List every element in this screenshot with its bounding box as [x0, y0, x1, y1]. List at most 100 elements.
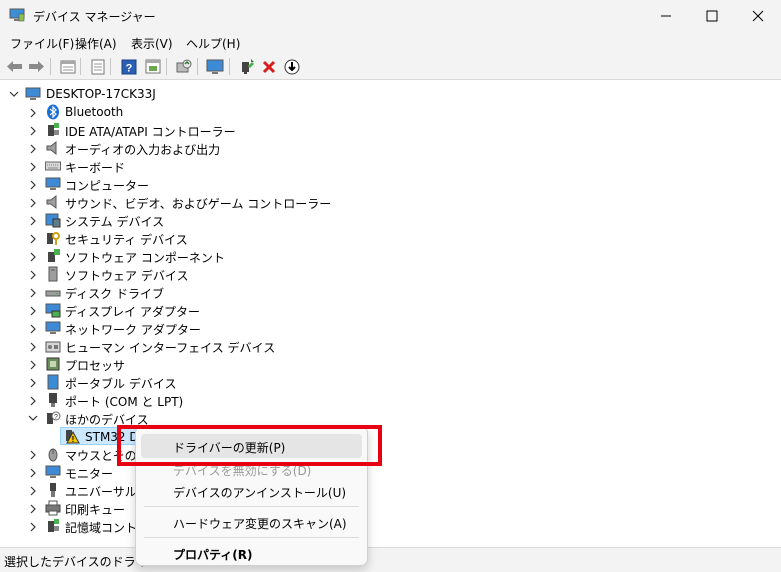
warning-device-icon: ! [66, 430, 80, 444]
menu-separator [144, 537, 359, 538]
tree-item-label: ディスク ドライブ [65, 287, 164, 301]
tree-item-label: IDE ATA/ATAPI コントローラー [65, 125, 236, 139]
chevron-right-icon[interactable] [28, 342, 38, 352]
close-button[interactable] [735, 0, 781, 31]
tree-item-processors[interactable]: プロセッサ [0, 355, 300, 373]
tree-item-software-devices[interactable]: ソフトウェア デバイス [0, 265, 300, 283]
menu-view[interactable]: 表示(V) [131, 35, 173, 52]
forward-arrow-icon [29, 61, 44, 72]
unknown-device-icon: ? [47, 411, 61, 424]
display-adapter-icon [45, 303, 61, 318]
download-button[interactable] [282, 57, 301, 76]
storage-controller-icon [48, 519, 59, 532]
properties-sheet-button[interactable] [58, 57, 77, 76]
menu-bar: ファイル(F) 操作(A) 表示(V) ヘルプ(H) [0, 31, 781, 53]
chevron-right-icon[interactable] [28, 180, 38, 190]
action-view-button[interactable] [143, 57, 162, 76]
chevron-right-icon[interactable] [28, 522, 38, 532]
tree-item-label: システム デバイス [65, 215, 165, 229]
chevron-right-icon[interactable] [28, 162, 38, 172]
tree-item-ports[interactable]: ポート (COM と LPT) [0, 391, 300, 409]
tree-item-label: モニター [65, 467, 114, 481]
monitor-button[interactable] [205, 57, 224, 76]
chevron-right-icon[interactable] [28, 126, 38, 136]
chevron-right-icon[interactable] [28, 306, 38, 316]
menu-scan-hardware[interactable]: ハードウェア変更のスキャン(A) [141, 510, 362, 534]
tree-item-label: ネットワーク アダプター [65, 323, 201, 337]
software-component-icon [48, 249, 60, 262]
software-device-icon [48, 266, 58, 282]
svg-text:!: ! [72, 435, 75, 444]
tree-item-network-adapters[interactable]: ネットワーク アダプター [0, 319, 300, 337]
tree-item-bluetooth[interactable]: Bluetooth [0, 103, 300, 121]
chevron-right-icon[interactable] [28, 504, 38, 514]
toolbar: ? [0, 53, 781, 80]
tree-item-keyboard[interactable]: キーボード [0, 157, 300, 175]
tree-item-computer[interactable]: コンピューター [0, 175, 300, 193]
forward-button[interactable] [27, 57, 46, 76]
chevron-right-icon[interactable] [28, 216, 38, 226]
menu-help[interactable]: ヘルプ(H) [186, 35, 240, 52]
chevron-right-icon[interactable] [28, 288, 38, 298]
chevron-right-icon[interactable] [28, 324, 38, 334]
chevron-right-icon[interactable] [28, 144, 38, 154]
tree-item-sound-video-game[interactable]: サウンド、ビデオ、およびゲーム コントローラー [0, 193, 331, 211]
update-driver-icon [241, 59, 254, 74]
security-key-icon [47, 232, 60, 245]
update-driver-button[interactable] [237, 57, 256, 76]
menu-uninstall-device[interactable]: デバイスのアンインストール(U) [141, 479, 362, 503]
tree-item-audio-io[interactable]: オーディオの入力および出力 [0, 139, 300, 157]
chevron-right-icon[interactable] [28, 108, 38, 118]
menu-item-label: ハードウェア変更のスキャン(A) [173, 517, 347, 531]
menu-action[interactable]: 操作(A) [75, 35, 117, 52]
tree-item-ide[interactable]: IDE ATA/ATAPI コントローラー [0, 121, 300, 139]
chevron-down-icon[interactable] [9, 89, 19, 99]
tree-item-label: キーボード [65, 161, 126, 175]
menu-properties[interactable]: プロパティ(R) [141, 541, 362, 565]
toolbar-separator [229, 58, 230, 75]
toolbar-separator [110, 58, 111, 75]
chevron-right-icon[interactable] [28, 198, 38, 208]
tree-item-disk-drives[interactable]: ディスク ドライブ [0, 283, 300, 301]
tree-item-software-components[interactable]: ソフトウェア コンポーネント [0, 247, 300, 265]
speaker-icon [46, 194, 57, 210]
tree-item-label: ポータブル デバイス [65, 377, 177, 391]
menu-file[interactable]: ファイル(F) [10, 35, 74, 52]
chevron-right-icon[interactable] [28, 378, 38, 388]
device-manager-app-icon [9, 8, 25, 22]
tree-item-hid[interactable]: ヒューマン インターフェイス デバイス [0, 337, 300, 355]
toolbar-separator [197, 58, 198, 75]
chevron-right-icon[interactable] [28, 450, 38, 460]
tree-item-system-devices[interactable]: システム デバイス [0, 211, 300, 229]
tree-item-label: 印刷キュー [65, 503, 126, 517]
help-button[interactable]: ? [119, 57, 138, 76]
network-adapter-icon [45, 321, 61, 334]
minimize-button[interactable] [643, 0, 689, 31]
computer-icon [25, 87, 41, 100]
uninstall-button[interactable] [259, 57, 278, 76]
hid-icon [45, 341, 61, 353]
maximize-button[interactable] [689, 0, 735, 31]
tree-item-security-devices[interactable]: セキュリティ デバイス [0, 229, 300, 247]
chevron-right-icon[interactable] [28, 252, 38, 262]
chevron-right-icon[interactable] [28, 234, 38, 244]
chevron-right-icon[interactable] [28, 270, 38, 280]
back-button[interactable] [5, 57, 24, 76]
toolbar-separator [166, 58, 167, 75]
tree-item-label: サウンド、ビデオ、およびゲーム コントローラー [65, 197, 332, 211]
chevron-right-icon[interactable] [28, 396, 38, 406]
chevron-right-icon[interactable] [28, 360, 38, 370]
tree-item-display-adapters[interactable]: ディスプレイ アダプター [0, 301, 300, 319]
scan-hardware-button[interactable] [174, 57, 193, 76]
tree-root-node[interactable]: DESKTOP-17CK33J [0, 85, 300, 103]
action-view-icon [145, 59, 160, 74]
menu-separator [144, 506, 359, 507]
highlight-annotation-box [117, 425, 382, 466]
bluetooth-icon [47, 104, 59, 120]
speaker-icon [46, 140, 57, 156]
chevron-right-icon[interactable] [28, 468, 38, 478]
list-view-button[interactable] [88, 57, 107, 76]
chevron-down-icon[interactable] [28, 413, 38, 423]
tree-item-portable-devices[interactable]: ポータブル デバイス [0, 373, 300, 391]
chevron-right-icon[interactable] [28, 486, 38, 496]
